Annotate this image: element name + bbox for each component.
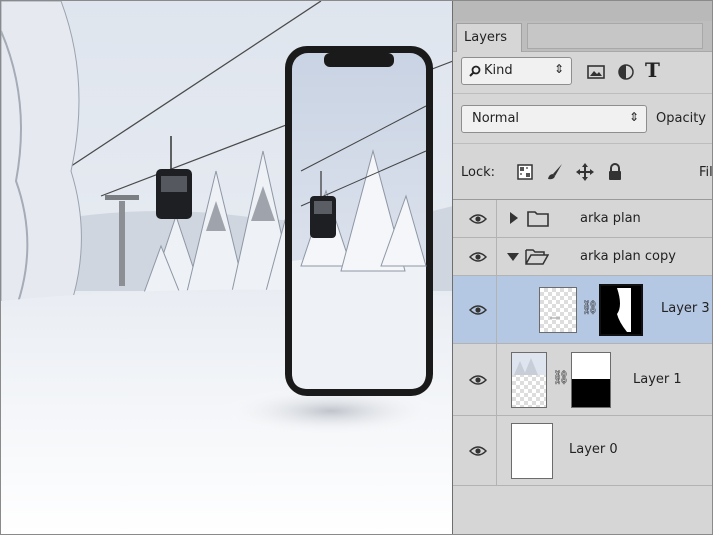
visibility-toggle[interactable] <box>459 276 497 343</box>
layer-thumbnail[interactable] <box>511 352 547 408</box>
document-canvas[interactable] <box>1 1 453 534</box>
layer-name: arka plan <box>580 211 641 226</box>
phone-mockup <box>285 46 433 396</box>
select-arrows-icon: ⇕ <box>553 62 564 76</box>
open-folder-icon <box>525 249 549 265</box>
eye-icon <box>469 304 487 315</box>
link-chain-icon[interactable]: ⛓ <box>581 300 599 316</box>
layer-row-arka-plan-copy[interactable]: arka plan copy <box>453 238 712 276</box>
lock-transparent-icon[interactable] <box>515 162 535 182</box>
blend-row: Normal ⇕ Opacity <box>453 93 712 144</box>
disclosure-collapsed-icon[interactable] <box>509 212 519 224</box>
filter-kind-select[interactable]: Kind ⇕ <box>461 57 572 85</box>
folder-icon <box>527 211 549 227</box>
visibility-toggle[interactable] <box>459 238 497 275</box>
layer-thumbnail[interactable] <box>539 287 577 333</box>
layer-name: Layer 3 <box>661 301 710 316</box>
eye-icon <box>469 374 487 385</box>
opacity-label: Opacity <box>656 111 707 126</box>
tab-layers[interactable]: Layers <box>456 23 522 52</box>
layers-panel: Layers Kind ⇕ T Normal ⇕ Opacity Lock: F… <box>452 1 713 534</box>
eye-icon <box>469 251 487 262</box>
visibility-toggle[interactable] <box>459 200 497 237</box>
panel-tab-bar: Layers <box>453 21 712 52</box>
disclosure-expanded-icon[interactable] <box>507 252 519 262</box>
layer-thumbnail[interactable] <box>511 423 553 479</box>
layer-row-arka-plan[interactable]: arka plan <box>453 200 712 238</box>
eye-icon <box>469 213 487 224</box>
fill-label: Fil <box>699 165 713 180</box>
lock-all-icon[interactable] <box>605 162 625 182</box>
layer-name: arka plan copy <box>580 249 676 264</box>
layer-row-layer-1[interactable]: ⛓ Layer 1 <box>453 344 712 416</box>
layer-mask-thumbnail[interactable] <box>571 352 611 408</box>
screenshot-frame: Layers Kind ⇕ T Normal ⇕ Opacity Lock: F… <box>0 0 713 535</box>
blend-mode-value: Normal <box>472 111 520 126</box>
visibility-toggle[interactable] <box>459 344 497 415</box>
layer-filter-row: Kind ⇕ T <box>453 51 712 93</box>
tab-layers-label: Layers <box>464 30 508 45</box>
layer-row-layer-0[interactable]: Layer 0 <box>453 416 712 486</box>
panel-title-bar[interactable] <box>453 1 712 22</box>
layer-name: Layer 1 <box>633 372 682 387</box>
layer-name: Layer 0 <box>569 442 618 457</box>
tab-bar-empty <box>527 23 703 49</box>
image-filter-icon[interactable] <box>585 61 607 83</box>
lock-position-icon[interactable] <box>575 162 595 182</box>
type-filter-icon[interactable]: T <box>645 58 667 82</box>
link-chain-icon[interactable]: ⛓ <box>552 370 570 386</box>
filter-kind-label: Kind <box>484 63 513 78</box>
eye-icon <box>469 445 487 456</box>
lock-row: Lock: Fil <box>453 143 713 200</box>
blend-mode-select[interactable]: Normal ⇕ <box>461 105 647 133</box>
lock-label: Lock: <box>461 165 496 180</box>
layers-list: arka plan arka plan copy ⛓ Layer 3 ⛓ Lay… <box>453 199 712 534</box>
layer-row-layer-3[interactable]: ⛓ Layer 3 <box>453 276 712 344</box>
visibility-toggle[interactable] <box>459 416 497 485</box>
adjustment-filter-icon[interactable] <box>615 61 637 83</box>
lock-image-icon[interactable] <box>545 162 565 182</box>
layer-mask-thumbnail[interactable] <box>599 284 643 336</box>
select-arrows-icon: ⇕ <box>628 110 639 124</box>
layers-empty-area <box>453 486 712 534</box>
winter-scene-image <box>1 1 453 534</box>
search-icon <box>469 65 481 77</box>
